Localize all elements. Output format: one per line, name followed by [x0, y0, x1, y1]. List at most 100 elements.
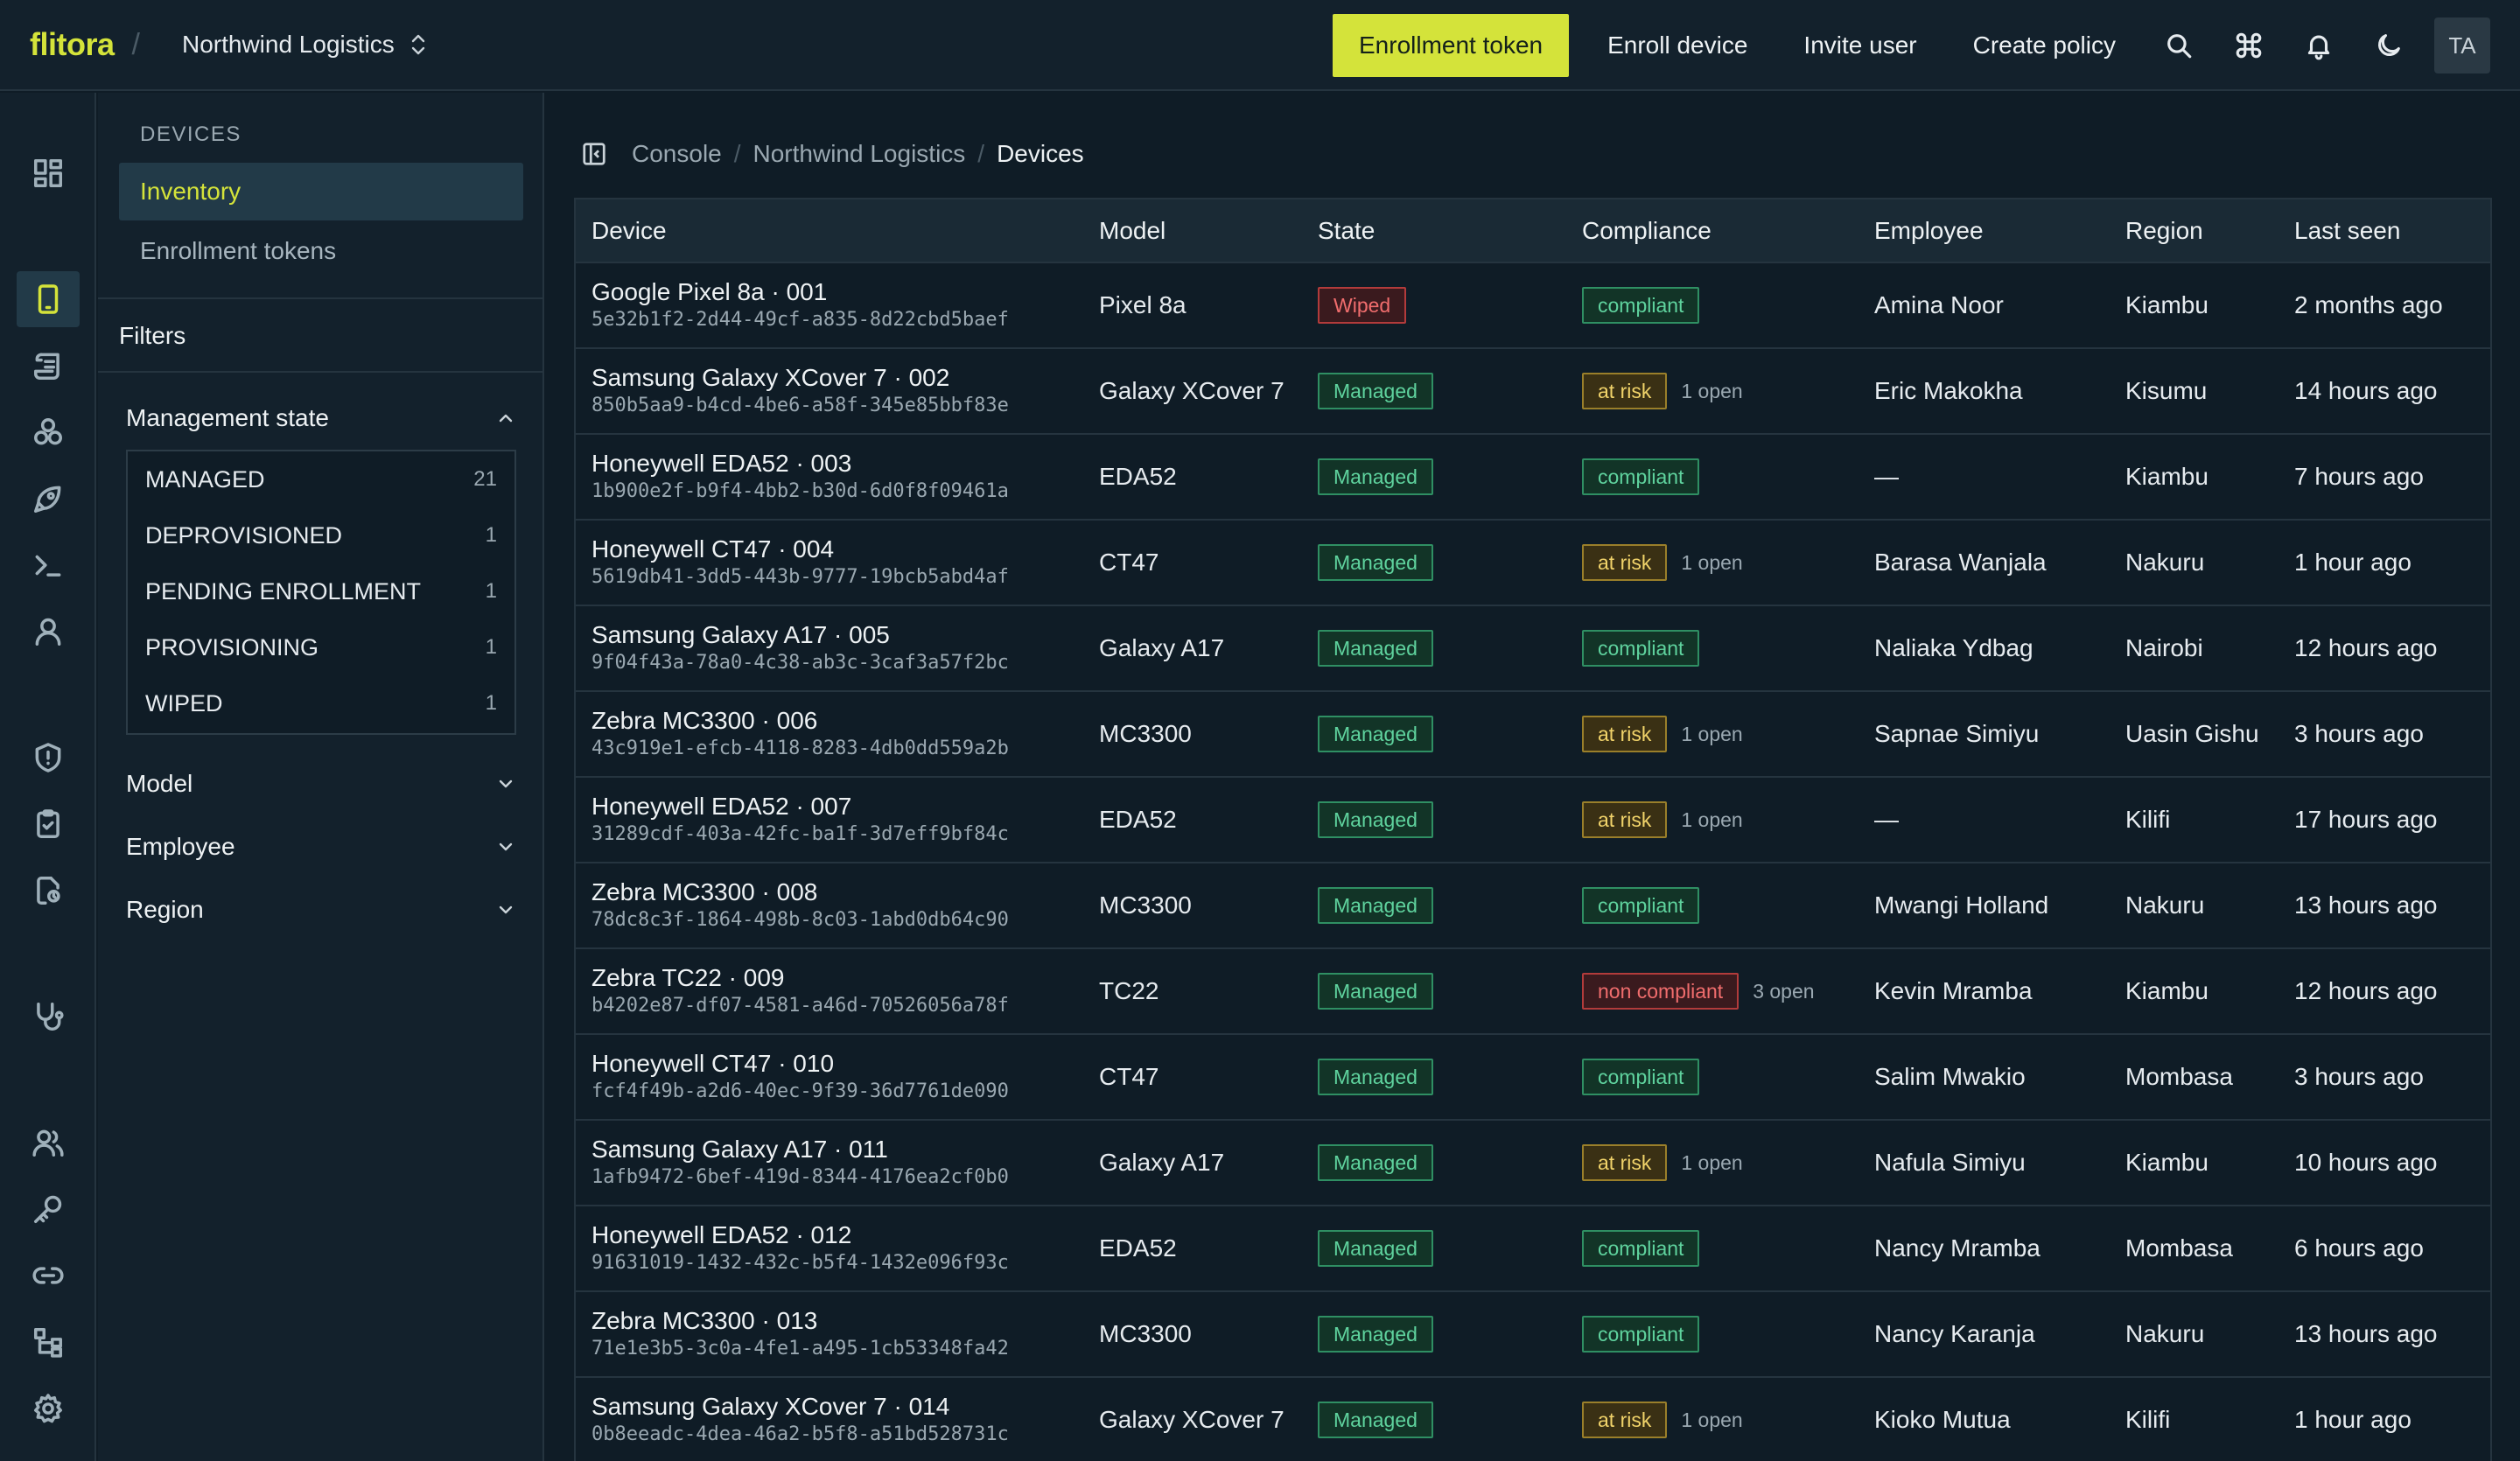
logo[interactable]: flitora — [30, 26, 115, 63]
compliance-badge: compliant — [1582, 458, 1700, 495]
table-row[interactable]: Zebra MC3300 · 006 43c919e1-efcb-4118-828… — [576, 691, 2490, 777]
facet-option-provisioning[interactable]: PROVISIONING 1 — [128, 619, 514, 675]
table-row[interactable]: Honeywell CT47 · 010 fcf4f49b-a2d6-40ec-9… — [576, 1034, 2490, 1120]
table-row[interactable]: Google Pixel 8a · 001 5e32b1f2-2d44-49cf-… — [576, 262, 2490, 348]
table-row[interactable]: Zebra MC3300 · 013 71e1e3b5-3c0a-4fe1-a49… — [576, 1291, 2490, 1377]
enroll-device-button[interactable]: Enroll device — [1579, 14, 1775, 77]
model-cell: TC22 — [1099, 977, 1159, 1004]
device-name[interactable]: Zebra MC3300 · 013 — [592, 1306, 1083, 1336]
nav-audit[interactable] — [17, 863, 80, 919]
nav-settings[interactable] — [17, 1381, 80, 1437]
table-row[interactable]: Samsung Galaxy A17 · 011 1afb9472-6bef-41… — [576, 1120, 2490, 1206]
device-name[interactable]: Honeywell EDA52 · 012 — [592, 1220, 1083, 1250]
region-cell: Uasin Gishu — [2125, 720, 2259, 747]
compliance-badge: at risk — [1582, 373, 1668, 409]
device-name[interactable]: Honeywell CT47 · 010 — [592, 1049, 1083, 1079]
create-policy-button[interactable]: Create policy — [1945, 14, 2144, 77]
device-name[interactable]: Samsung Galaxy A17 · 011 — [592, 1135, 1083, 1164]
column-header-model[interactable]: Model — [1083, 199, 1302, 263]
table-row[interactable]: Honeywell EDA52 · 003 1b900e2f-b9f4-4bb2-… — [576, 434, 2490, 520]
device-cell: Zebra TC22 · 009 b4202e87-df07-4581-a46d-… — [576, 948, 1083, 1034]
column-header-region[interactable]: Region — [2110, 199, 2278, 263]
facet-option-managed[interactable]: MANAGED 21 — [128, 451, 514, 507]
device-name[interactable]: Honeywell EDA52 · 007 — [592, 792, 1083, 821]
sidebar-item-inventory[interactable]: Inventory — [119, 163, 523, 220]
breadcrumb-console[interactable]: Console — [632, 140, 722, 168]
nav-users[interactable] — [17, 1115, 80, 1171]
compliance-cell: compliant — [1566, 434, 1858, 520]
nav-apps[interactable] — [17, 404, 80, 460]
region-cell: Kiambu — [2125, 291, 2208, 318]
model-cell: Galaxy XCover 7 — [1099, 377, 1284, 404]
device-name[interactable]: Samsung Galaxy A17 · 005 — [592, 620, 1083, 650]
table-row[interactable]: Honeywell EDA52 · 007 31289cdf-403a-42fc-… — [576, 777, 2490, 863]
table-row[interactable]: Honeywell CT47 · 004 5619db41-3dd5-443b-9… — [576, 520, 2490, 605]
breadcrumb-org[interactable]: Northwind Logistics — [753, 140, 966, 168]
facet-employee-toggle[interactable]: Employee — [126, 829, 516, 864]
device-name[interactable]: Zebra TC22 · 009 — [592, 963, 1083, 993]
invite-user-button[interactable]: Invite user — [1775, 14, 1944, 77]
device-id: 1afb9472-6bef-419d-8344-4176ea2cf0b0 — [592, 1166, 1009, 1188]
nav-api-keys[interactable] — [17, 1181, 80, 1237]
device-id: fcf4f49b-a2d6-40ec-9f39-36d7761de090 — [592, 1080, 1009, 1102]
facet-management-state-toggle[interactable]: Management state — [126, 401, 516, 436]
device-name[interactable]: Google Pixel 8a · 001 — [592, 277, 1083, 307]
table-row[interactable]: Zebra TC22 · 009 b4202e87-df07-4581-a46d-… — [576, 948, 2490, 1034]
theme-toggle-button[interactable] — [2354, 14, 2424, 77]
state-cell: Managed — [1302, 1377, 1566, 1461]
nav-health[interactable] — [17, 989, 80, 1045]
model-cell: EDA52 — [1099, 806, 1177, 833]
table-row[interactable]: Samsung Galaxy XCover 7 · 014 0b8eeadc-4d… — [576, 1377, 2490, 1461]
last-seen-cell: 13 hours ago — [2294, 1320, 2438, 1347]
column-header-device[interactable]: Device — [576, 199, 1083, 263]
facet-option-label: DEPROVISIONED — [145, 521, 343, 549]
nav-policies[interactable] — [17, 338, 80, 394]
notifications-button[interactable] — [2284, 14, 2354, 77]
nav-groups[interactable] — [17, 1314, 80, 1370]
compliance-badge: compliant — [1582, 1230, 1700, 1267]
devices-table: Device Model State Compliance Employee R… — [574, 198, 2492, 1461]
nav-dashboard[interactable] — [17, 145, 80, 201]
sidebar-item-enrollment-tokens[interactable]: Enrollment tokens — [119, 222, 523, 280]
nav-remote-shell[interactable] — [17, 537, 80, 593]
compliance-cell: at risk 1 open — [1566, 348, 1858, 434]
table-row[interactable]: Zebra MC3300 · 008 78dc8c3f-1864-498b-8c0… — [576, 863, 2490, 948]
nav-security[interactable] — [17, 730, 80, 786]
column-header-last-seen[interactable]: Last seen — [2278, 199, 2490, 263]
nav-deployments[interactable] — [17, 471, 80, 527]
nav-integrations[interactable] — [17, 1248, 80, 1304]
device-name[interactable]: Samsung Galaxy XCover 7 · 014 — [592, 1392, 1083, 1422]
nav-account[interactable] — [17, 604, 80, 660]
compliance-badge: at risk — [1582, 1144, 1668, 1181]
table-row[interactable]: Samsung Galaxy A17 · 005 9f04f43a-78a0-4c… — [576, 605, 2490, 691]
table-row[interactable]: Samsung Galaxy XCover 7 · 002 850b5aa9-b4… — [576, 348, 2490, 434]
sidebar-collapse-icon[interactable] — [581, 141, 607, 167]
table-row[interactable]: Honeywell EDA52 · 012 91631019-1432-432c-… — [576, 1206, 2490, 1291]
compliance-badge: non compliant — [1582, 973, 1740, 1010]
facet-model-toggle[interactable]: Model — [126, 766, 516, 801]
facet-region-toggle[interactable]: Region — [126, 892, 516, 927]
search-button[interactable] — [2144, 14, 2214, 77]
facet-option-deprovisioned[interactable]: DEPROVISIONED 1 — [128, 507, 514, 563]
device-name[interactable]: Honeywell CT47 · 004 — [592, 535, 1083, 564]
device-id: 43c919e1-efcb-4118-8283-4db0dd559a2b — [592, 737, 1009, 759]
device-name[interactable]: Honeywell EDA52 · 003 — [592, 449, 1083, 479]
enrollment-token-button[interactable]: Enrollment token — [1333, 14, 1570, 77]
column-header-compliance[interactable]: Compliance — [1566, 199, 1858, 263]
device-name[interactable]: Zebra MC3300 · 008 — [592, 877, 1083, 907]
device-name[interactable]: Samsung Galaxy XCover 7 · 002 — [592, 363, 1083, 393]
compliance-cell: compliant — [1566, 1291, 1858, 1377]
column-header-state[interactable]: State — [1302, 199, 1566, 263]
last-seen-cell: 10 hours ago — [2294, 1149, 2438, 1176]
nav-devices[interactable] — [17, 271, 80, 327]
org-switcher[interactable]: Northwind Logistics — [182, 31, 428, 59]
avatar[interactable]: TA — [2434, 17, 2490, 73]
device-name[interactable]: Zebra MC3300 · 006 — [592, 706, 1083, 736]
region-cell: Nairobi — [2125, 634, 2203, 661]
facet-option-wiped[interactable]: WIPED 1 — [128, 675, 514, 731]
command-palette-button[interactable] — [2214, 14, 2284, 77]
gear-icon — [34, 1394, 62, 1423]
column-header-employee[interactable]: Employee — [1858, 199, 2110, 263]
nav-compliance[interactable] — [17, 796, 80, 852]
facet-option-pending-enrollment[interactable]: PENDING ENROLLMENT 1 — [128, 563, 514, 619]
